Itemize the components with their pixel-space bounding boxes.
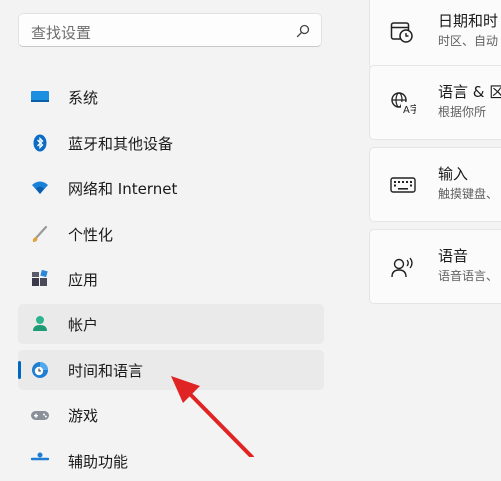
card-title: 语言 & 区 — [438, 83, 501, 101]
card-title: 语音 — [438, 247, 469, 265]
card-language-region[interactable]: A字 语言 & 区 根据你所 — [369, 65, 501, 140]
keyboard-icon — [390, 177, 416, 193]
sidebar-item-personalization[interactable]: 个性化 — [18, 214, 324, 254]
sidebar-item-label: 应用 — [68, 271, 99, 289]
card-typing[interactable]: 输入 触摸键盘、 — [369, 147, 501, 222]
sidebar-item-system[interactable]: 系统 — [18, 77, 324, 117]
card-subtitle: 触摸键盘、 — [438, 187, 499, 201]
speech-icon — [391, 257, 413, 278]
card-title: 日期和时 — [438, 12, 499, 30]
sidebar-item-label: 时间和语言 — [68, 362, 144, 380]
account-icon — [33, 316, 47, 331]
card-title: 输入 — [438, 165, 469, 183]
active-indicator — [18, 361, 21, 379]
apps-icon — [32, 269, 48, 286]
settings-sidebar: 查找设置 系统 蓝牙和其他设备 网络和 Internet 个性化 应用 帐户 时… — [0, 0, 340, 471]
sidebar-item-label: 网络和 Internet — [68, 180, 178, 198]
sidebar-item-label: 帐户 — [68, 316, 99, 334]
language-icon: A字 — [391, 92, 416, 115]
sidebar-item-accessibility[interactable]: 辅助功能 — [18, 441, 324, 481]
card-speech[interactable]: 语音 语音语言、 — [369, 229, 501, 304]
brush-icon — [32, 225, 48, 242]
sidebar-item-label: 游戏 — [68, 407, 99, 425]
card-date-time[interactable]: 日期和时 时区、自动 — [369, 0, 501, 69]
sidebar-item-label: 个性化 — [68, 226, 114, 244]
sidebar-item-accounts[interactable]: 帐户 — [18, 304, 324, 344]
accessibility-icon — [30, 452, 50, 461]
bluetooth-icon — [33, 134, 47, 152]
sidebar-item-gaming[interactable]: 游戏 — [18, 395, 324, 435]
gamepad-icon — [31, 411, 49, 420]
search-input[interactable]: 查找设置 — [18, 13, 322, 47]
sidebar-item-label: 系统 — [68, 89, 99, 107]
sidebar-item-label: 辅助功能 — [68, 453, 129, 471]
system-display-icon — [31, 91, 49, 102]
card-subtitle: 根据你所 — [438, 105, 487, 119]
sidebar-item-label: 蓝牙和其他设备 — [68, 135, 174, 153]
time-language-icon — [32, 362, 48, 378]
card-subtitle: 时区、自动 — [438, 34, 499, 48]
search-icon[interactable] — [296, 24, 310, 38]
sidebar-item-time-language[interactable]: 时间和语言 — [18, 350, 324, 390]
sidebar-item-network[interactable]: 网络和 Internet — [18, 168, 324, 208]
wifi-icon — [32, 181, 48, 194]
search-placeholder: 查找设置 — [31, 24, 92, 42]
sidebar-item-bluetooth[interactable]: 蓝牙和其他设备 — [18, 123, 324, 163]
card-subtitle: 语音语言、 — [438, 269, 499, 283]
calendar-clock-icon — [390, 22, 413, 43]
svg-text:A字: A字 — [403, 103, 416, 115]
sidebar-item-apps[interactable]: 应用 — [18, 259, 324, 299]
